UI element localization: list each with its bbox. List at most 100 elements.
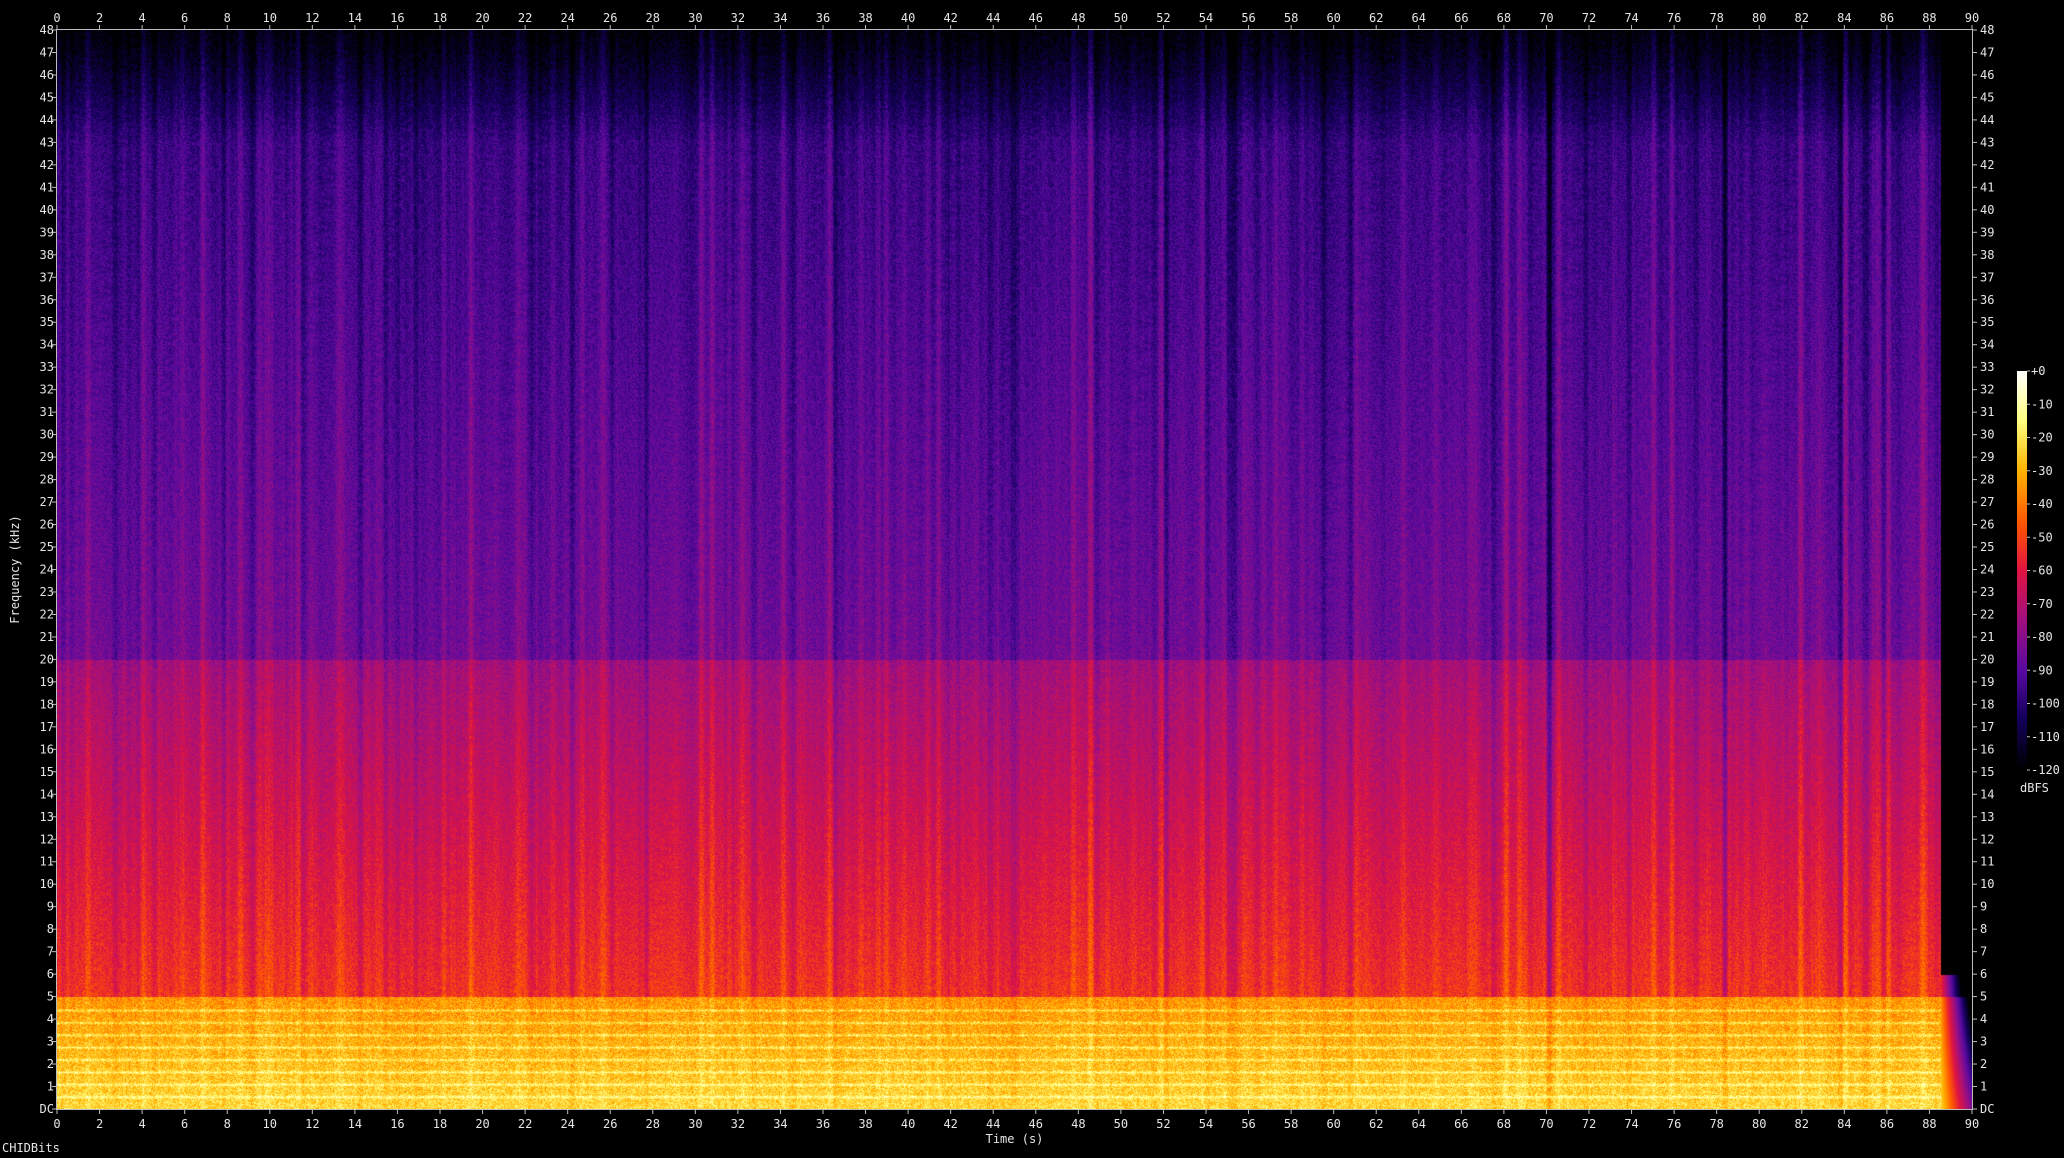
x-tick-label: 54: [1199, 11, 1213, 25]
y-tick-label: 2: [1980, 1057, 1987, 1071]
x-tick-label: 38: [858, 11, 872, 25]
x-tick-label: 44: [986, 11, 1000, 25]
x-tick-label: 42: [943, 1117, 957, 1131]
y-tick-label: 1: [1980, 1080, 1987, 1094]
y-tick-label: 48: [40, 23, 54, 37]
x-tick-label: 28: [646, 1117, 660, 1131]
x-tick-label: 80: [1752, 1117, 1766, 1131]
x-tick-label: 48: [1071, 1117, 1085, 1131]
x-tick-label: 34: [773, 1117, 787, 1131]
y-tick-label: 43: [1980, 135, 1994, 149]
x-tick-label: 62: [1369, 1117, 1383, 1131]
y-tick-label: 20: [1980, 652, 1994, 666]
y-tick-label: 2: [47, 1057, 54, 1071]
y-tick-label: 33: [40, 360, 54, 374]
x-tick-label: 70: [1539, 1117, 1553, 1131]
x-tick-label: 16: [390, 1117, 404, 1131]
y-tick-label: 28: [40, 473, 54, 487]
y-tick-label: 37: [1980, 270, 1994, 284]
x-tick-label: 64: [1412, 1117, 1426, 1131]
y-tick-label: 25: [1980, 540, 1994, 554]
y-tick-label: 11: [1980, 855, 1994, 869]
x-tick-label: 6: [181, 11, 188, 25]
x-tick-label: 52: [1156, 1117, 1170, 1131]
y-tick-label: 16: [1980, 742, 1994, 756]
x-tick-label: 76: [1667, 1117, 1681, 1131]
y-tick-label: 41: [1980, 180, 1994, 194]
y-tick-label: 10: [1980, 877, 1994, 891]
y-tick-label: 5: [47, 990, 54, 1004]
y-tick-label: 22: [1980, 607, 1994, 621]
colorbar-tick-label: -90: [2031, 663, 2053, 677]
y-tick-label: 40: [40, 203, 54, 217]
x-tick-label: 2: [96, 1117, 103, 1131]
x-tick-label: 76: [1667, 11, 1681, 25]
y-tick-label: 16: [40, 742, 54, 756]
y-tick-label: 37: [40, 270, 54, 284]
x-tick-label: 32: [731, 1117, 745, 1131]
y-tick-label: 14: [1980, 787, 1994, 801]
spectrogram-view: 0 0 2 2 4 4 6 6 8 8 10 10 12 12 14 14 16 16 18 18 20 20 22 22 24…: [0, 0, 2064, 1158]
y-tick-label: 25: [40, 540, 54, 554]
x-tick-label: 50: [1114, 1117, 1128, 1131]
y-tick-label: 38: [1980, 248, 1994, 262]
x-tick-label: 24: [560, 11, 574, 25]
x-tick-label: 60: [1326, 11, 1340, 25]
x-tick-label: 36: [816, 1117, 830, 1131]
x-tick-label: 44: [986, 1117, 1000, 1131]
x-tick-label: 88: [1922, 11, 1936, 25]
x-tick-label: 90: [1965, 11, 1979, 25]
y-tick-label: 35: [1980, 315, 1994, 329]
x-tick-label: 24: [560, 1117, 574, 1131]
x-tick-label: 62: [1369, 11, 1383, 25]
y-tick-label: 34: [40, 338, 54, 352]
y-tick-label: 9: [47, 900, 54, 914]
y-tick-label: 29: [1980, 450, 1994, 464]
x-tick-label: 78: [1709, 1117, 1723, 1131]
y-tick-label: 31: [1980, 405, 1994, 419]
x-tick-label: 54: [1199, 1117, 1213, 1131]
y-tick-label: 32: [40, 383, 54, 397]
x-tick-label: 88: [1922, 1117, 1936, 1131]
x-tick-label: 64: [1412, 11, 1426, 25]
y-tick-label: 8: [47, 922, 54, 936]
y-tick-label: 1: [47, 1080, 54, 1094]
y-tick-label: 27: [40, 495, 54, 509]
x-tick-label: 0: [53, 1117, 60, 1131]
y-tick-label: 9: [1980, 900, 1987, 914]
y-tick-label: 36: [1980, 293, 1994, 307]
y-tick-label: 35: [40, 315, 54, 329]
y-tick-label: 15: [1980, 765, 1994, 779]
y-tick-label: 47: [1980, 45, 1994, 59]
x-tick-label: 90: [1965, 1117, 1979, 1131]
x-tick-label: 66: [1454, 1117, 1468, 1131]
y-tick-label: 29: [40, 450, 54, 464]
y-tick-label: 44: [40, 113, 54, 127]
x-tick-label: 12: [305, 11, 319, 25]
x-tick-label: 68: [1497, 1117, 1511, 1131]
x-tick-label: 22: [518, 11, 532, 25]
x-tick-label: 18: [433, 1117, 447, 1131]
y-tick-label: 12: [40, 832, 54, 846]
x-tick-label: 12: [305, 1117, 319, 1131]
x-tick-label: 6: [181, 1117, 188, 1131]
x-tick-label: 40: [901, 1117, 915, 1131]
colorbar-unit-label: dBFS: [2020, 781, 2049, 795]
y-tick-label: 45: [40, 90, 54, 104]
y-tick-label: 24: [1980, 563, 1994, 577]
y-tick-label: 27: [1980, 495, 1994, 509]
y-tick-label: 11: [40, 855, 54, 869]
y-tick-label: 23: [1980, 585, 1994, 599]
x-tick-label: 16: [390, 11, 404, 25]
x-tick-label: 0: [53, 11, 60, 25]
x-tick-label: 4: [138, 11, 145, 25]
x-tick-label: 8: [224, 1117, 231, 1131]
x-tick-label: 26: [603, 1117, 617, 1131]
y-tick-label: 4: [1980, 1012, 1987, 1026]
colorbar-tick-label: -40: [2031, 497, 2053, 511]
x-tick-label: 72: [1582, 11, 1596, 25]
x-tick-label: 74: [1624, 1117, 1638, 1131]
x-tick-label: 40: [901, 11, 915, 25]
x-tick-label: 56: [1241, 11, 1255, 25]
x-tick-label: 78: [1709, 11, 1723, 25]
